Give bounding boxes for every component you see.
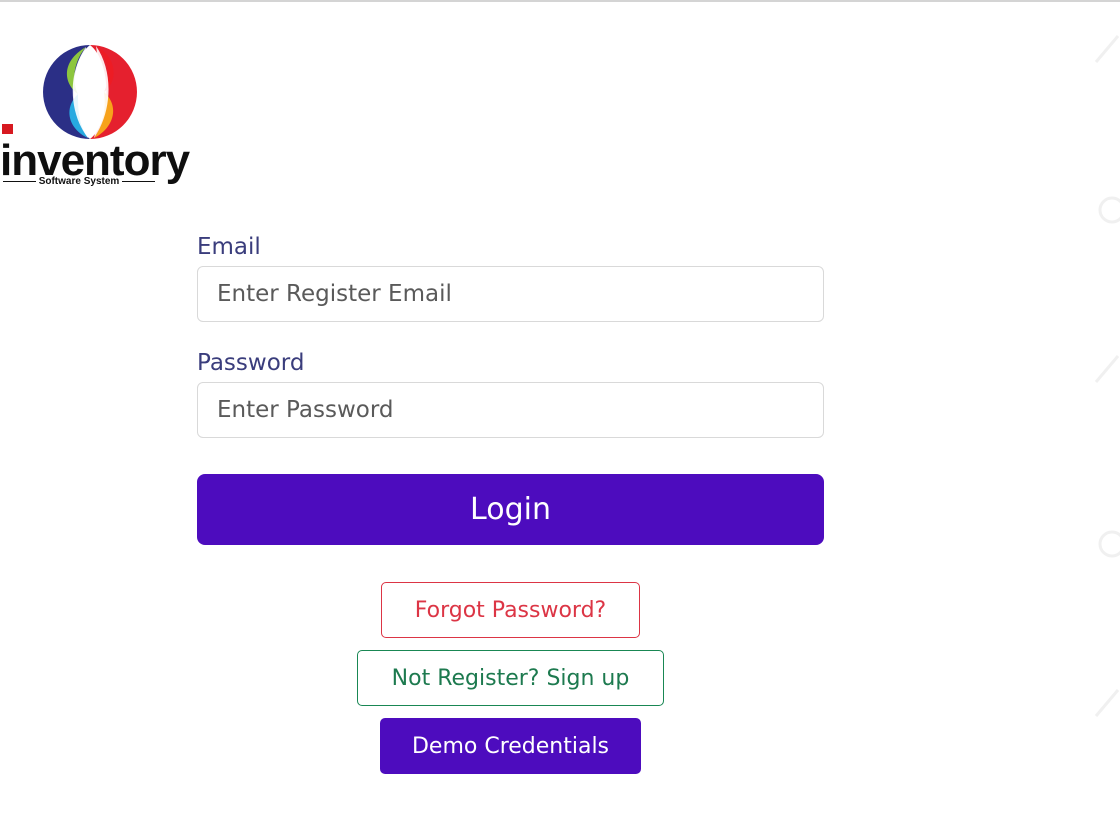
watermark-icon [1094,35,1120,63]
watermark-icon [1098,530,1120,558]
inventory-logo: inventory Software System [0,40,200,195]
forgot-password-button[interactable]: Forgot Password? [381,582,640,638]
login-page: inventory Software System Email Password… [0,0,1120,815]
logo-subtitle-row: Software System [3,176,155,187]
email-label: Email [197,234,261,260]
logo-subtitle: Software System [38,176,120,187]
password-label: Password [197,350,305,376]
divider [3,181,36,182]
divider [122,181,155,182]
watermark-icon [1098,196,1120,224]
watermark-icon [1094,689,1120,717]
auth-links: Forgot Password? Not Register? Sign up D… [197,582,824,774]
login-form: Email Password Login [197,230,824,545]
demo-credentials-button[interactable]: Demo Credentials [380,718,641,774]
logo-mark-icon [2,45,137,139]
sign-up-button[interactable]: Not Register? Sign up [357,650,664,706]
login-button[interactable]: Login [197,474,824,545]
email-field[interactable] [197,266,824,322]
watermark-icon [1094,355,1120,383]
password-field[interactable] [197,382,824,438]
